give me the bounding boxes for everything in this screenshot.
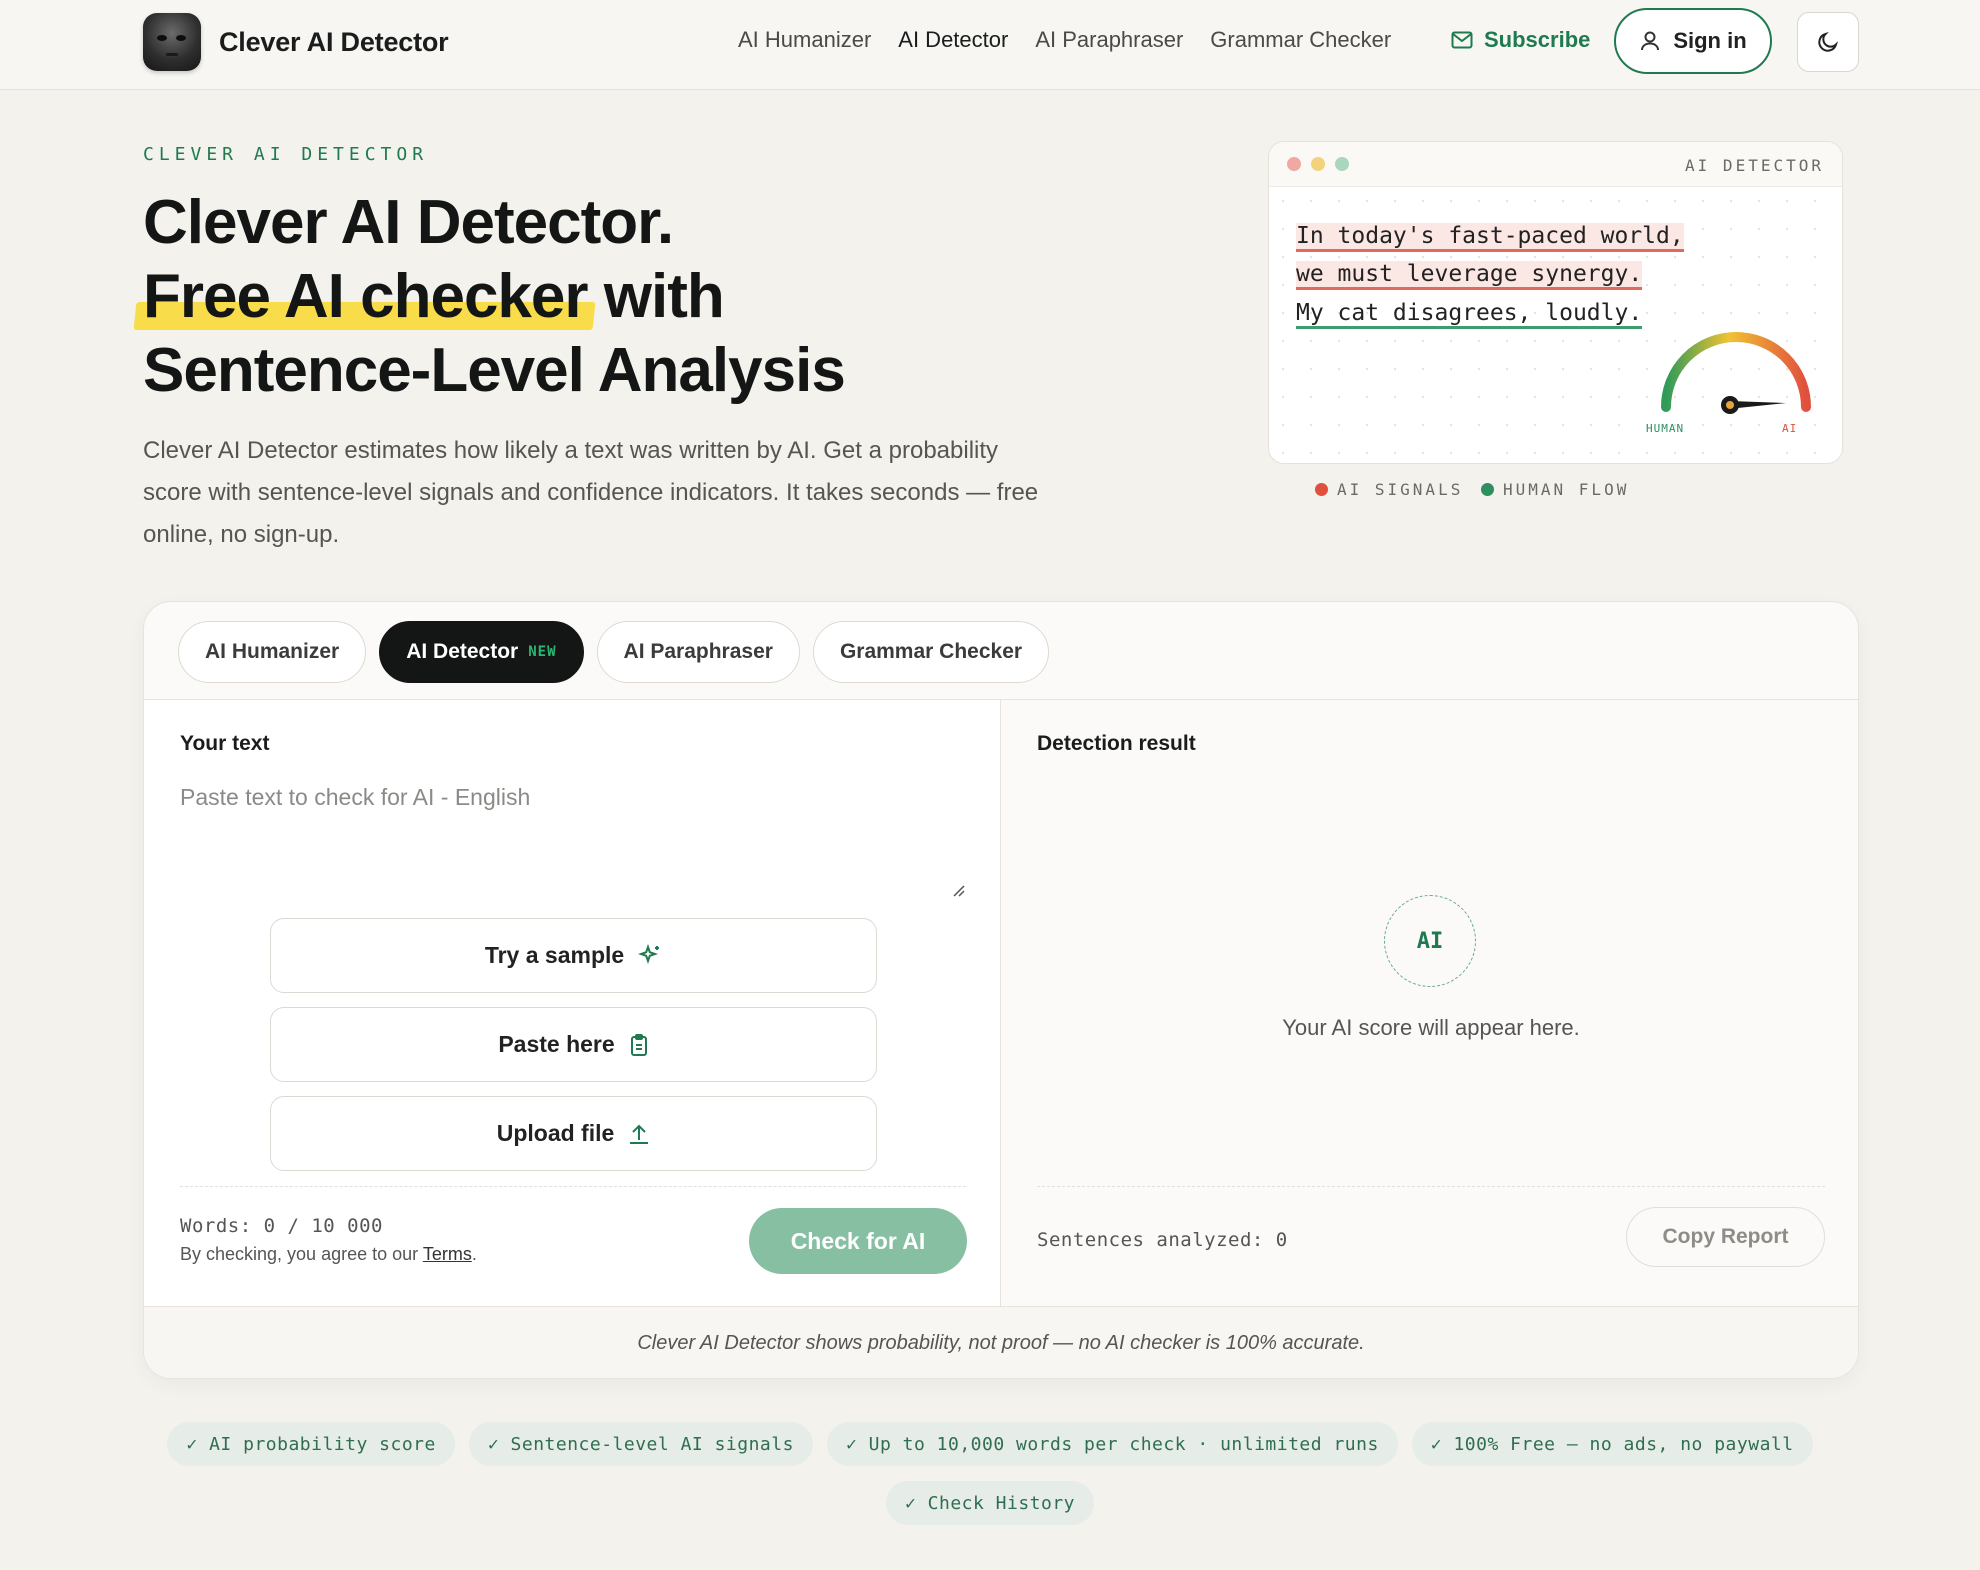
preview-line-ai-1: In today's fast-paced world, — [1296, 223, 1684, 252]
nav-links: AI Humanizer AI Detector AI Paraphraser … — [738, 27, 1418, 53]
accuracy-disclaimer: Clever AI Detector shows probability, no… — [144, 1306, 1858, 1378]
subscribe-link[interactable]: Subscribe — [1451, 27, 1590, 53]
upload-file-button[interactable]: Upload file — [270, 1096, 877, 1171]
window-dot-red — [1287, 157, 1301, 171]
tab-ai-paraphraser[interactable]: AI Paraphraser — [596, 621, 800, 683]
try-sample-button[interactable]: Try a sample — [270, 918, 877, 993]
preview-window-bar: AI DETECTOR — [1269, 142, 1842, 187]
subscribe-label: Subscribe — [1484, 27, 1591, 52]
upload-icon — [630, 1124, 649, 1144]
feature-chip: ✓ AI probability score — [167, 1422, 455, 1466]
word-count: Words: 0 / 10 000 — [180, 1215, 383, 1237]
legend-ai-label: AI SIGNALS — [1337, 480, 1464, 499]
terms-link[interactable]: Terms — [423, 1244, 472, 1264]
feature-chip: ✓ 100% Free — no ads, no paywall — [1411, 1422, 1813, 1466]
feature-chip: ✓ Up to 10,000 words per check · unlimit… — [826, 1422, 1398, 1466]
result-pane: Detection result AI Your AI score will a… — [1002, 700, 1858, 1306]
feature-chip: ✓ Sentence-level AI signals — [468, 1422, 813, 1466]
brand[interactable]: Clever AI Detector — [143, 13, 449, 71]
nav-link-ai-paraphraser[interactable]: AI Paraphraser — [1035, 27, 1183, 53]
hero-title-line-1: Clever AI Detector. — [143, 188, 674, 257]
window-dot-yellow — [1311, 157, 1325, 171]
clipboard-icon — [630, 1033, 647, 1056]
hero-description: Clever AI Detector estimates how likely … — [143, 437, 1039, 548]
empty-result-message: Your AI score will appear here. — [1282, 1015, 1580, 1040]
ai-signal-dot — [1315, 483, 1328, 496]
preview-title: AI DETECTOR — [1685, 156, 1824, 175]
moon-icon — [1818, 31, 1839, 52]
user-icon — [1641, 31, 1660, 51]
tab-ai-detector[interactable]: AI Detector NEW — [379, 621, 584, 683]
result-pane-title: Detection result — [1037, 732, 1196, 755]
nav-link-ai-detector[interactable]: AI Detector — [898, 27, 1008, 53]
ai-score-placeholder-icon: AI — [1384, 895, 1476, 987]
nav-link-ai-humanizer[interactable]: AI Humanizer — [738, 27, 871, 53]
brand-name: Clever AI Detector — [219, 26, 449, 57]
new-badge: NEW — [528, 644, 557, 660]
hero-title: Clever AI Detector. Free AI checker with… — [143, 186, 846, 408]
sparkle-icon — [638, 943, 660, 964]
terms-notice: By checking, you agree to our Terms. — [180, 1244, 477, 1264]
top-nav: Clever AI Detector AI Humanizer AI Detec… — [0, 0, 1980, 90]
gauge-label-human: HUMAN — [1646, 422, 1685, 435]
hero-eyebrow: CLEVER AI DETECTOR — [143, 144, 429, 165]
human-flow-dot — [1481, 483, 1494, 496]
gauge-label-ai: AI — [1782, 422, 1798, 435]
tool-tabs: AI Humanizer AI Detector NEW AI Paraphras… — [178, 621, 1062, 683]
nav-link-grammar-checker[interactable]: Grammar Checker — [1210, 27, 1391, 53]
feature-chip-check-history[interactable]: ✓ Check History — [885, 1481, 1095, 1525]
mail-icon — [1451, 31, 1473, 49]
result-footer-divider — [1037, 1186, 1825, 1187]
input-pane: Your text Paste text to check for AI - E… — [144, 700, 1001, 1306]
legend-ai-signals: AI SIGNALS — [1315, 480, 1463, 499]
detector-tool-card: AI Humanizer AI Detector NEW AI Paraphras… — [143, 601, 1859, 1379]
input-pane-title: Your text — [180, 732, 270, 755]
sign-in-button[interactable]: Sign in — [1614, 8, 1772, 74]
check-for-ai-button[interactable]: Check for AI — [749, 1208, 967, 1274]
logo-icon — [143, 13, 201, 71]
tab-ai-humanizer[interactable]: AI Humanizer — [178, 621, 367, 683]
sign-in-label: Sign in — [1673, 28, 1747, 53]
legend-human-label: HUMAN FLOW — [1503, 480, 1630, 499]
copy-report-button[interactable]: Copy Report — [1626, 1207, 1825, 1267]
paste-here-button[interactable]: Paste here — [270, 1007, 877, 1082]
feature-chips-row-1: ✓ AI probability score ✓ Sentence-level … — [0, 1422, 1980, 1466]
theme-toggle-button[interactable] — [1797, 12, 1859, 72]
sentences-analyzed: Sentences analyzed: 0 — [1037, 1229, 1288, 1251]
detector-preview-card: AI DETECTOR In today's fast-paced world,… — [1268, 141, 1843, 464]
legend-human-flow: HUMAN FLOW — [1481, 480, 1629, 499]
preview-line-ai-2: we must leverage synergy. — [1296, 261, 1643, 290]
hero-title-highlight: Free AI checker — [143, 260, 589, 334]
ai-gauge-icon — [1661, 332, 1811, 414]
tab-grammar-checker[interactable]: Grammar Checker — [812, 621, 1050, 683]
input-footer-divider — [180, 1186, 966, 1187]
hero-title-line-2-rest: with — [587, 262, 725, 331]
preview-line-human: My cat disagrees, loudly. — [1296, 300, 1643, 329]
hero-title-line-3: Sentence-Level Analysis — [143, 336, 846, 405]
text-input[interactable]: Paste text to check for AI - English — [180, 784, 530, 811]
feature-chips-row-2: ✓ Check History — [0, 1481, 1980, 1525]
resize-handle-icon[interactable] — [950, 882, 966, 898]
window-dot-green — [1335, 157, 1349, 171]
